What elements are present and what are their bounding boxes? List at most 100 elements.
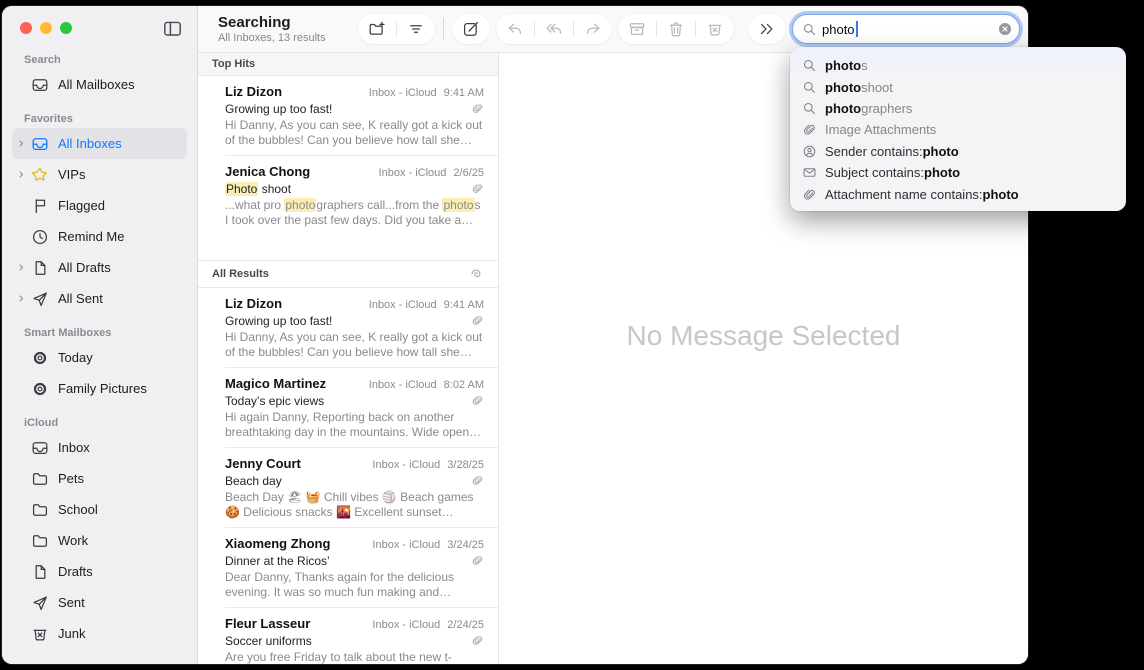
suggestion-item[interactable]: Subject contains: photo [790,162,1126,183]
trash-button[interactable] [657,15,695,43]
folder-icon [31,470,51,488]
suggestion-text: graphers [861,100,913,116]
toolbar-group [496,14,612,44]
sidebar-toggle-icon[interactable] [162,18,183,39]
suggestion-item[interactable]: photo shoot [790,76,1126,97]
chevron-right-icon [16,383,31,395]
mailbox-label: Inbox - iCloud [378,167,447,179]
message-subject: Soccer uniforms [225,634,471,648]
sidebar-section-header: iCloud [24,417,59,429]
sidebar-item-label: School [58,502,98,517]
chevron-right-icon [16,200,31,212]
sidebar-item-flagged[interactable]: Flagged [12,190,187,221]
sidebar-item-label: Inbox [58,440,90,455]
message-row[interactable]: Jenica Chong Inbox - iCloud 2/6/25 Photo sh… [198,156,498,235]
sidebar-item-remind-me[interactable]: Remind Me [12,221,187,252]
sidebar-item-family-pictures[interactable]: Family Pictures [12,373,187,404]
doc-icon [31,259,51,277]
message-row[interactable]: Xiaomeng Zhong Inbox - iCloud 3/24/25 Dinne… [198,528,498,607]
zoom-button[interactable] [60,22,72,34]
sender-name: Jenica Chong [225,164,311,179]
search-icon [802,58,818,73]
reply-all-button[interactable] [535,15,573,43]
message-row[interactable]: Liz Dizon Inbox - iCloud 9:41 AM Growing up… [198,76,498,155]
sidebar-section: iCloud Inbox Pets School Work Drafts Sent Junk [2,417,197,649]
chevron-right-icon [16,352,31,364]
sidebar-item-junk[interactable]: Junk [12,618,187,649]
preview-text: Dear Danny, Thanks again for the delicio… [225,570,455,599]
sidebar-section-header: Favorites [24,113,73,125]
filter-button[interactable] [397,15,435,43]
sidebar-item-label: Drafts [58,564,93,579]
folder-icon [31,501,51,519]
sidebar-item-inbox[interactable]: Inbox [12,432,187,463]
sidebar-item-label: All Mailboxes [58,77,135,92]
sidebar-item-all-mailboxes[interactable]: All Mailboxes [12,69,187,100]
search-icon [802,22,817,37]
sidebar-item-vips[interactable]: VIPs [12,159,187,190]
message-row[interactable]: Liz Dizon Inbox - iCloud 9:41 AM Growing up… [198,288,498,367]
sidebar-item-pets[interactable]: Pets [12,463,187,494]
toolbar-group [358,14,435,44]
sidebar-item-all-sent[interactable]: All Sent [12,283,187,314]
sidebar-item-drafts[interactable]: Drafts [12,556,187,587]
sidebar-item-label: Today [58,350,93,365]
message-subject: Photo shoot [225,181,471,196]
gear-icon [31,349,51,367]
suggestion-text: photo [922,143,959,159]
junk-icon [31,625,51,643]
sidebar-item-all-drafts[interactable]: All Drafts [12,252,187,283]
sidebar-item-label: Work [58,533,89,548]
search-input[interactable]: photo [792,14,1020,44]
more-toolbar-items-button[interactable] [748,15,786,43]
message-row[interactable]: Jenny Court Inbox - iCloud 3/28/25 Beach da… [198,448,498,527]
compose-button[interactable] [452,15,490,43]
message-row[interactable]: Fleur Lasseur Inbox - iCloud 2/24/25 Soccer… [198,608,498,664]
minimize-button[interactable] [40,22,52,34]
subject-text: shoot [258,181,292,196]
title-block: Searching All Inboxes, 13 results [218,14,358,45]
archive-button[interactable] [618,15,656,43]
suggestion-item[interactable]: Image Attachments [790,119,1126,140]
clear-search-button[interactable] [997,21,1013,37]
sidebar-item-label: All Inboxes [58,136,122,151]
paperplane-icon [31,290,51,308]
reply-button[interactable] [496,15,534,43]
suggestion-item[interactable]: photo s [790,55,1126,76]
suggestion-item[interactable]: Sender contains: photo [790,141,1126,162]
sidebar-item-school[interactable]: School [12,494,187,525]
message-time: 2/24/25 [447,619,484,631]
sidebar-section-header: Search [24,54,61,66]
close-button[interactable] [20,22,32,34]
attachment-icon [471,394,484,407]
message-header-line: Jenica Chong Inbox - iCloud 2/6/25 [225,164,484,179]
message-header-line: Xiaomeng Zhong Inbox - iCloud 3/24/25 [225,536,484,551]
sidebar-item-sent[interactable]: Sent [12,587,187,618]
suggestion-item[interactable]: Attachment name contains: photo [790,183,1126,204]
sidebar-item-today[interactable]: Today [12,342,187,373]
toolbar-group [452,14,490,44]
paperclip-icon [802,122,818,137]
message-subject-line: Soccer uniforms [225,633,484,648]
spiral-icon [468,266,484,282]
suggestion-item[interactable]: photo graphers [790,98,1126,119]
message-subject: Growing up too fast! [225,102,471,116]
search-icon [802,80,818,95]
suggestion-text: photo [924,165,961,181]
chevron-right-icon [16,262,31,274]
message-row[interactable]: Magico Martinez Inbox - iCloud 8:02 AM Toda… [198,368,498,447]
sidebar-section: Favorites All Inboxes VIPs Flagged Remind Me… [2,113,197,314]
chevron-right-icon [16,628,31,640]
subject-text: Beach day [225,473,282,488]
preview-text: photo [442,198,475,212]
sidebar-item-work[interactable]: Work [12,525,187,556]
junk-button[interactable] [696,15,734,43]
sidebar-item-all-inboxes[interactable]: All Inboxes [12,128,187,159]
sidebar-sections: Search All Mailboxes Favorites All Inboxes V… [2,54,197,649]
gear-icon [31,380,51,398]
message-preview: Are you free Friday to talk about the ne… [225,650,484,664]
sidebar-item-label: Junk [58,626,86,641]
new-mailbox-button[interactable] [358,15,396,43]
forward-button[interactable] [574,15,612,43]
paperclip-icon [802,187,818,202]
